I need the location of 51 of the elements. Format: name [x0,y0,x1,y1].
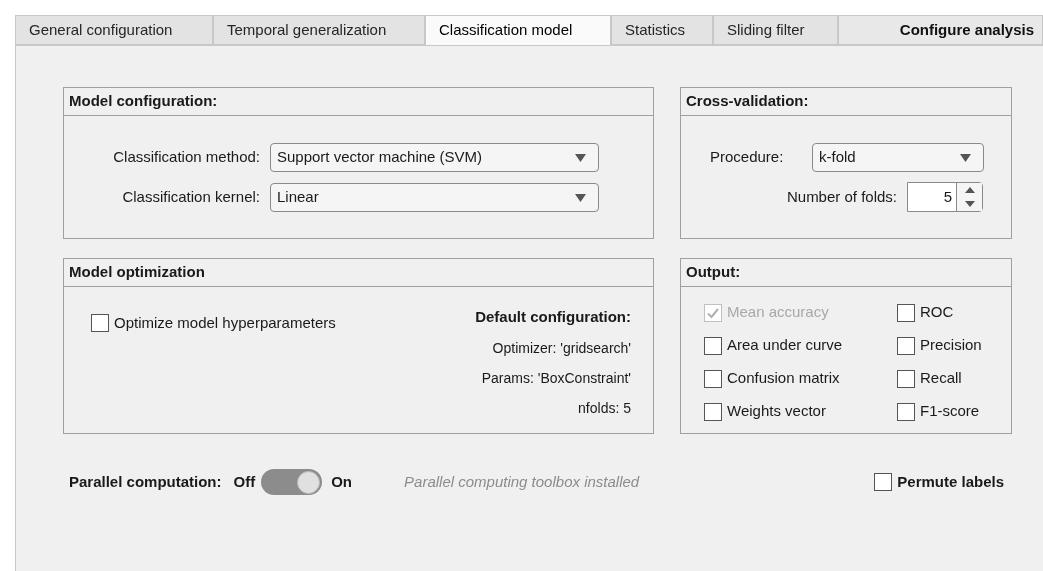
checkbox[interactable] [704,402,722,421]
panel-title: Model optimization [69,262,205,283]
defaults-line: Optimizer: 'gridsearch' [492,338,631,358]
status-note: Parallel computing toolbox installed [404,471,640,492]
defaults-line: Params: 'BoxConstraint' [481,368,631,388]
caret-icon [960,153,971,162]
down-arrow-icon[interactable] [964,201,975,207]
dropdown[interactable]: k-fold [812,143,984,172]
checkbox[interactable] [704,369,722,388]
checkbox-label: ROC [920,302,954,323]
field-label: Classification kernel: [121,187,261,208]
checkbox-label: Area under curve [727,335,843,356]
checkbox[interactable] [897,303,915,322]
tab[interactable]: Classification model [425,15,611,45]
checkbox-label: F1-score [920,401,980,422]
checkbox[interactable] [897,369,915,388]
field-label: Procedure: [709,147,785,168]
up-arrow-icon[interactable] [964,187,975,193]
caret-icon [575,153,586,162]
checkbox[interactable] [897,402,915,421]
defaults-line: nfolds: 5 [578,398,631,418]
checkbox[interactable] [91,314,109,332]
checkbox-label: Weights vector [727,401,826,422]
checkbox-label: Confusion matrix [727,368,840,389]
tab[interactable]: Statistics [611,15,713,45]
switch-on-label: On [331,471,353,492]
switch-label: Parallel computation: [69,471,222,492]
checkbox-label: Precision [920,335,982,356]
dropdown[interactable]: Linear [270,183,599,212]
checkbox-label: Recall [920,368,962,389]
checkbox-label: Mean accuracy [727,302,829,323]
checkbox[interactable] [704,336,722,355]
toggle-switch[interactable] [261,469,323,495]
number-spinner[interactable]: 5 [907,182,983,212]
defaults-title: Default configuration: [475,307,631,327]
tab[interactable]: Temporal generalization [213,15,425,45]
panel-title: Model configuration: [69,91,218,112]
caret-icon [575,193,586,202]
field-label: Classification method: [112,147,261,168]
tab[interactable]: General configuration [15,15,213,45]
panel-title: Output: [686,262,741,283]
checkbox-label: Permute labels [897,471,1004,492]
checkbox-label: Optimize model hyperparameters [114,312,336,333]
configure-button[interactable]: Configure analysis [838,15,1043,45]
dropdown[interactable]: Support vector machine (SVM) [270,143,599,172]
switch-off-label: Off [233,471,256,492]
checkbox[interactable] [897,336,915,355]
tab[interactable]: Sliding filter [713,15,838,45]
field-label: Number of folds: [786,186,897,207]
panel-title: Cross-validation: [686,91,809,112]
checkbox[interactable] [874,473,893,491]
